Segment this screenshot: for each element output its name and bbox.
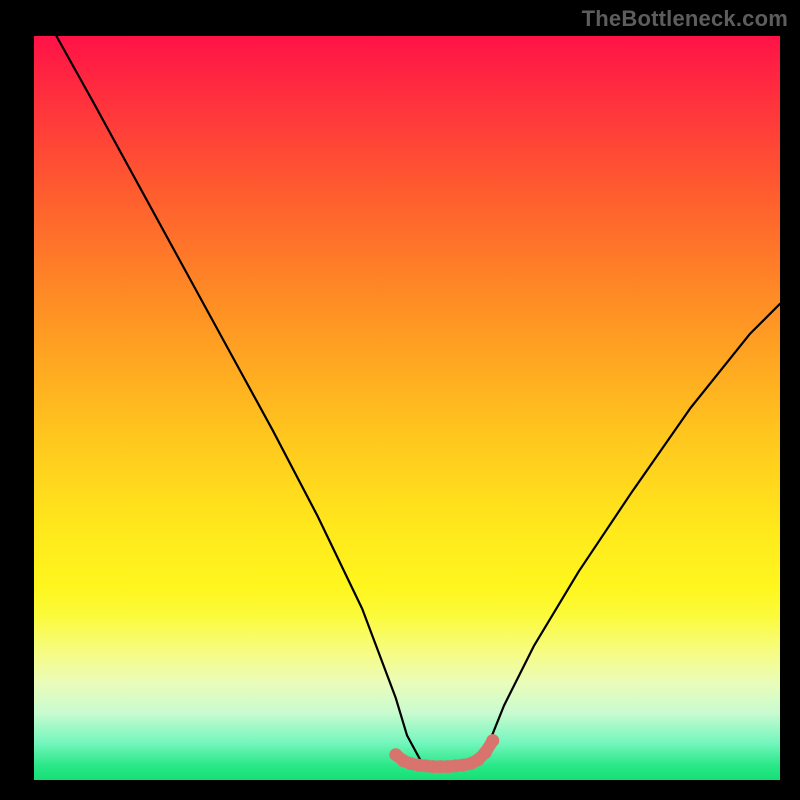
bottom-marker-group [389,734,499,773]
chart-svg [34,36,780,780]
marker-dot [486,734,499,747]
marker-dot [479,746,492,759]
chart-frame: TheBottleneck.com [0,0,800,800]
main-curve [56,36,780,768]
watermark-text: TheBottleneck.com [582,6,788,32]
plot-area [34,36,780,780]
